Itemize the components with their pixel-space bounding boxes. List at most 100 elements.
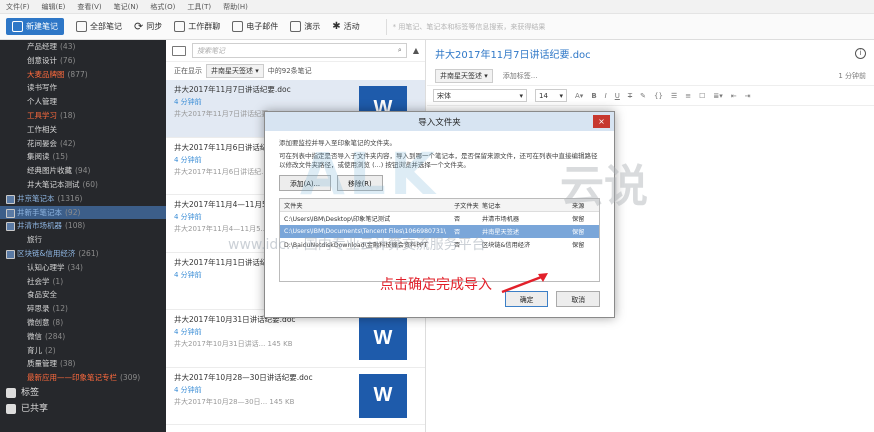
- sidebar-notebook-item[interactable]: 社会学 (1): [0, 275, 166, 289]
- text-color-icon[interactable]: A▾: [575, 92, 583, 100]
- tags-nav-item[interactable]: 标签: [0, 385, 166, 401]
- font-family-dropdown[interactable]: 宋体 ▾: [433, 89, 527, 102]
- strikethrough-icon[interactable]: T: [628, 92, 632, 100]
- folder-table-row[interactable]: D:\BaiduNetdiskDownload\金融科技峰会资料PPT 否 区块链&…: [280, 238, 599, 251]
- notebook-name: 食品安全: [27, 290, 57, 300]
- sidebar-notebook-item[interactable]: 最新应用——印象笔记专栏 (309): [0, 371, 166, 385]
- sidebar-notebook-item[interactable]: 井新手笔记本 (92): [0, 205, 166, 220]
- notebook-name: 旅行: [27, 235, 42, 245]
- font-size-dropdown[interactable]: 14 ▾: [535, 89, 567, 102]
- numbered-list-icon[interactable]: ≡: [685, 92, 691, 100]
- sidebar-notebook-item[interactable]: 工具学习 (18): [0, 109, 166, 123]
- notebook-count: (8): [52, 317, 64, 327]
- remove-folder-button[interactable]: 移除(R): [337, 175, 383, 191]
- sidebar-notebook-item[interactable]: 旅行: [0, 233, 166, 247]
- menu-item[interactable]: 工具(T): [187, 2, 211, 12]
- info-icon[interactable]: i: [855, 47, 866, 59]
- toolbar: 新建笔记 全部笔记 ⟳ 同步 工作群聊 电子邮件 演示 ✱ 活动 * 用笔记、笔…: [0, 14, 874, 40]
- notebook-count: (12): [52, 304, 68, 314]
- sidebar-notebook-item[interactable]: 碎思录 (12): [0, 302, 166, 316]
- notebook-count: (2): [45, 345, 56, 355]
- notebook-name: 产品经理: [27, 42, 57, 51]
- sidebar-notebook-item[interactable]: 食品安全: [0, 288, 166, 302]
- sidebar-notebook-item[interactable]: 井清市场机器 (108): [0, 219, 166, 233]
- note-title[interactable]: 井大2017年11月7日讲话纪要.doc i: [427, 40, 874, 66]
- envelope-icon: [232, 21, 244, 32]
- italic-icon[interactable]: I: [605, 92, 607, 100]
- notebook-name: 最新应用——印象笔记专栏: [27, 373, 117, 383]
- sidebar-notebook-item[interactable]: 集阅读 (15): [0, 150, 166, 164]
- view-toggle-icon[interactable]: [172, 45, 186, 56]
- add-folder-button[interactable]: 添加(A)...: [279, 175, 332, 191]
- notebook-filter-dropdown[interactable]: 井南星天签述 ▾: [206, 64, 264, 78]
- target-notebook: 井南星天签述: [482, 229, 520, 236]
- menu-item[interactable]: 编辑(E): [42, 2, 66, 12]
- notebook-count: (1): [52, 276, 64, 286]
- sidebar-notebook-item[interactable]: 花间晏会 (42): [0, 137, 166, 151]
- bullet-list-icon[interactable]: ☰: [671, 92, 677, 100]
- list-search-bar: 搜索笔记 ⌕ ▲: [166, 40, 425, 62]
- shared-nav-item[interactable]: 已共享: [0, 401, 166, 417]
- sidebar-notebook-item[interactable]: 产品经理 (43): [0, 40, 166, 54]
- folder-table-row[interactable]: C:\Users\IBM\Desktop\印象笔记测试 否 井清市场机器 保留: [280, 212, 599, 225]
- menu-item[interactable]: 帮助(H): [223, 2, 248, 12]
- sidebar-notebook-item[interactable]: 大麦品牌图 (877): [0, 68, 166, 82]
- menu-item[interactable]: 查看(V): [77, 2, 101, 12]
- global-search-input[interactable]: * 用笔记、笔记本和标签等信息搜索，来获得结果: [385, 18, 874, 35]
- chat-icon: [174, 21, 186, 32]
- sidebar-notebook-item[interactable]: 微信 (284): [0, 330, 166, 344]
- note-notebook-dropdown[interactable]: 井南星天签述 ▾: [435, 68, 493, 83]
- sidebar-notebook-item[interactable]: 认知心理学 (34): [0, 261, 166, 275]
- source-option: 保留: [572, 229, 585, 236]
- underline-icon[interactable]: U: [615, 92, 620, 100]
- sidebar-notebook-item[interactable]: 区块链&信用经济 (261): [0, 247, 166, 261]
- sidebar-notebook-item[interactable]: 质量管理 (38): [0, 357, 166, 371]
- notebook-name: 微创意: [27, 317, 50, 327]
- cancel-button[interactable]: 取消: [556, 291, 600, 307]
- align-icon[interactable]: ≣▾: [713, 92, 722, 100]
- sidebar-notebook-item[interactable]: 井大笔记本测试 (60): [0, 178, 166, 192]
- close-icon[interactable]: ×: [593, 115, 610, 128]
- new-note-button[interactable]: 新建笔记: [6, 18, 64, 35]
- notebook-name: 井京笔记本: [17, 193, 55, 203]
- code-icon[interactable]: {}: [654, 92, 663, 100]
- notebook-count: (18): [60, 110, 76, 120]
- bold-icon[interactable]: B: [591, 92, 596, 100]
- sidebar-notebook-item[interactable]: 育儿 (2): [0, 344, 166, 358]
- sidebar-notebook-item[interactable]: 创意设计 (76): [0, 54, 166, 68]
- sidebar-notebook-item[interactable]: 井京笔记本 (1316): [0, 192, 166, 206]
- activity-button[interactable]: ✱ 活动: [332, 21, 359, 32]
- folder-path: C:\Users\IBM\Documents\Tencent Files\106…: [284, 228, 446, 235]
- menu-item[interactable]: 格式(O): [150, 2, 175, 12]
- menu-item[interactable]: 笔记(N): [114, 2, 139, 12]
- all-notes-button[interactable]: 全部笔记: [76, 21, 122, 32]
- outdent-icon[interactable]: ⇤: [731, 92, 737, 100]
- sidebar-notebook-item[interactable]: 工作相关: [0, 123, 166, 137]
- sidebar-notebook-item[interactable]: 个人管理: [0, 95, 166, 109]
- sidebar-notebook-item[interactable]: 读书写作: [0, 81, 166, 95]
- list-info-bar: 正在显示 井南星天签述 ▾ 中的92条笔记: [166, 62, 425, 80]
- word-doc-icon: W: [359, 316, 407, 360]
- highlight-icon[interactable]: ✎: [640, 92, 646, 100]
- notebook-name: 大麦品牌图: [27, 69, 65, 79]
- menu-item[interactable]: 文件(F): [6, 2, 30, 12]
- folder-table-row[interactable]: C:\Users\IBM\Documents\Tencent Files\106…: [280, 225, 599, 238]
- work-chat-button[interactable]: 工作群聊: [174, 21, 220, 32]
- notebook-count: (60): [82, 179, 98, 189]
- note-card[interactable]: 井大2017年10月28—30日讲话纪要.doc 4 分钟前 井大2017年10月2…: [166, 368, 425, 425]
- presentation-icon: [290, 21, 302, 32]
- note-search-input[interactable]: 搜索笔记 ⌕: [192, 43, 407, 58]
- present-button[interactable]: 演示: [290, 21, 320, 32]
- collapse-icon[interactable]: ▲: [413, 46, 419, 55]
- checkbox-icon[interactable]: ☐: [699, 92, 705, 100]
- sidebar-notebook-item[interactable]: 微创意 (8): [0, 316, 166, 330]
- add-tag-input[interactable]: 添加标签...: [503, 71, 538, 81]
- email-button[interactable]: 电子邮件: [232, 21, 278, 32]
- new-note-icon: [12, 21, 23, 32]
- folder-path: D:\BaiduNetdiskDownload\金融科技峰会资料PPT: [284, 242, 428, 249]
- note-card[interactable]: 井大2017年10月31日讲话纪要.doc 4 分钟前 井大2017年10月31日讲…: [166, 310, 425, 368]
- subfolder-flag: 否: [454, 242, 461, 249]
- sidebar-notebook-item[interactable]: 经典图片收藏 (94): [0, 164, 166, 178]
- sync-button[interactable]: ⟳ 同步: [134, 20, 162, 33]
- indent-icon[interactable]: ⇥: [745, 92, 751, 100]
